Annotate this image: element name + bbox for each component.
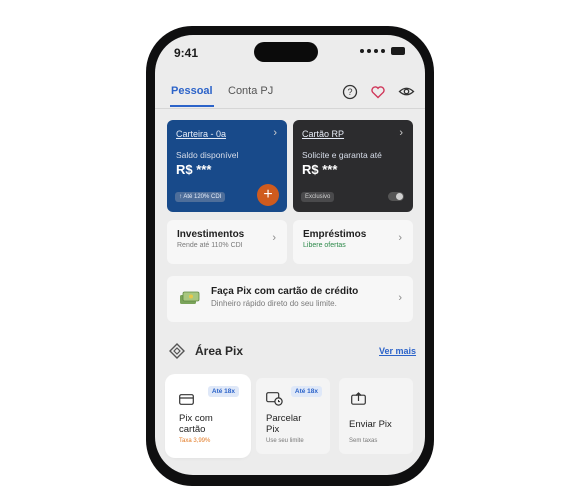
- split-pix-option[interactable]: Até 18x Parcelar Pix Use seu limite: [256, 378, 330, 454]
- eye-icon[interactable]: [398, 83, 415, 100]
- dynamic-island: [254, 42, 318, 62]
- status-time: 9:41: [174, 46, 199, 60]
- credit-limit-value: R$ ***: [302, 162, 338, 177]
- exclusive-badge: Exclusivo: [301, 192, 335, 202]
- signal-icon: [360, 49, 364, 53]
- credit-card-subtitle: Solicite e garanta até: [302, 150, 382, 160]
- app-screen: 9:41 Pessoal Conta PJ ? Carteira - 0a › …: [155, 35, 425, 475]
- investments-subtitle: Rende até 110% CDI: [177, 242, 243, 249]
- battery-icon: [391, 47, 405, 55]
- chevron-right-icon: ›: [273, 127, 277, 139]
- heart-icon[interactable]: [369, 83, 386, 100]
- wallet-card[interactable]: Carteira - 0a › Saldo disponível R$ *** …: [167, 120, 287, 212]
- wallet-card-subtitle: Saldo disponível: [176, 150, 239, 160]
- help-circle-icon[interactable]: ?: [341, 83, 358, 100]
- loans-title: Empréstimos: [303, 229, 367, 240]
- credit-card-title[interactable]: Cartão RP: [302, 129, 404, 139]
- tab-conta-pj[interactable]: Conta PJ: [228, 85, 273, 97]
- credit-card-card[interactable]: Cartão RP › Solicite e garanta até R$ **…: [293, 120, 413, 212]
- cdi-badge: ↑ Até 120% CDI: [175, 192, 226, 202]
- banner-subtitle: Dinheiro rápido direto do seu limite.: [211, 299, 337, 308]
- calendar-card-icon: [266, 392, 283, 411]
- banner-title: Faça Pix com cartão de crédito: [211, 286, 359, 297]
- chevron-right-icon: ›: [398, 292, 402, 304]
- add-money-button[interactable]: +: [257, 184, 279, 206]
- investments-title: Investimentos: [177, 229, 245, 240]
- pix-credit-banner[interactable]: Faça Pix com cartão de crédito Dinheiro …: [167, 276, 413, 322]
- split-pix-title: Parcelar Pix: [266, 413, 302, 435]
- pix-logo-icon: [169, 343, 185, 359]
- ver-mais-link[interactable]: Ver mais: [379, 346, 416, 356]
- send-pix-option[interactable]: Enviar Pix Sem taxas: [339, 378, 413, 454]
- wallet-card-title[interactable]: Carteira - 0a: [176, 129, 278, 139]
- send-pix-title: Enviar Pix: [349, 419, 392, 430]
- svg-text:?: ?: [347, 87, 352, 97]
- chevron-right-icon: ›: [272, 232, 276, 244]
- money-icon: [179, 290, 201, 311]
- card-toggle[interactable]: [388, 192, 404, 201]
- status-icons: [360, 47, 405, 55]
- installments-badge: Até 18x: [207, 386, 239, 397]
- chevron-right-icon: ›: [398, 232, 402, 244]
- pix-with-card-option[interactable]: Até 18x Pix com cartão Taxa 3,99%: [169, 378, 247, 454]
- credit-card-icon: [179, 392, 194, 410]
- investments-tile[interactable]: Investimentos Rende até 110% CDI ›: [167, 220, 287, 264]
- signal-icon: [374, 49, 378, 53]
- area-pix-heading: Área Pix: [169, 343, 243, 359]
- send-pix-subtitle: Sem taxas: [349, 438, 378, 444]
- pix-with-card-title: Pix com cartão: [179, 413, 213, 435]
- split-pix-subtitle: Use seu limite: [266, 438, 304, 444]
- loans-subtitle: Libere ofertas: [303, 242, 346, 249]
- area-pix-title: Área Pix: [195, 344, 244, 358]
- tab-pessoal[interactable]: Pessoal: [170, 85, 214, 107]
- wallet-balance: R$ ***: [176, 162, 212, 177]
- pix-with-card-fee: Taxa 3,99%: [179, 438, 211, 444]
- chevron-right-icon: ›: [399, 127, 403, 139]
- signal-icon: [381, 49, 385, 53]
- installments-badge: Até 18x: [290, 386, 322, 397]
- send-money-icon: [351, 392, 366, 410]
- phone-frame: 9:41 Pessoal Conta PJ ? Carteira - 0a › …: [146, 26, 434, 486]
- loans-tile[interactable]: Empréstimos Libere ofertas ›: [293, 220, 413, 264]
- signal-icon: [367, 49, 371, 53]
